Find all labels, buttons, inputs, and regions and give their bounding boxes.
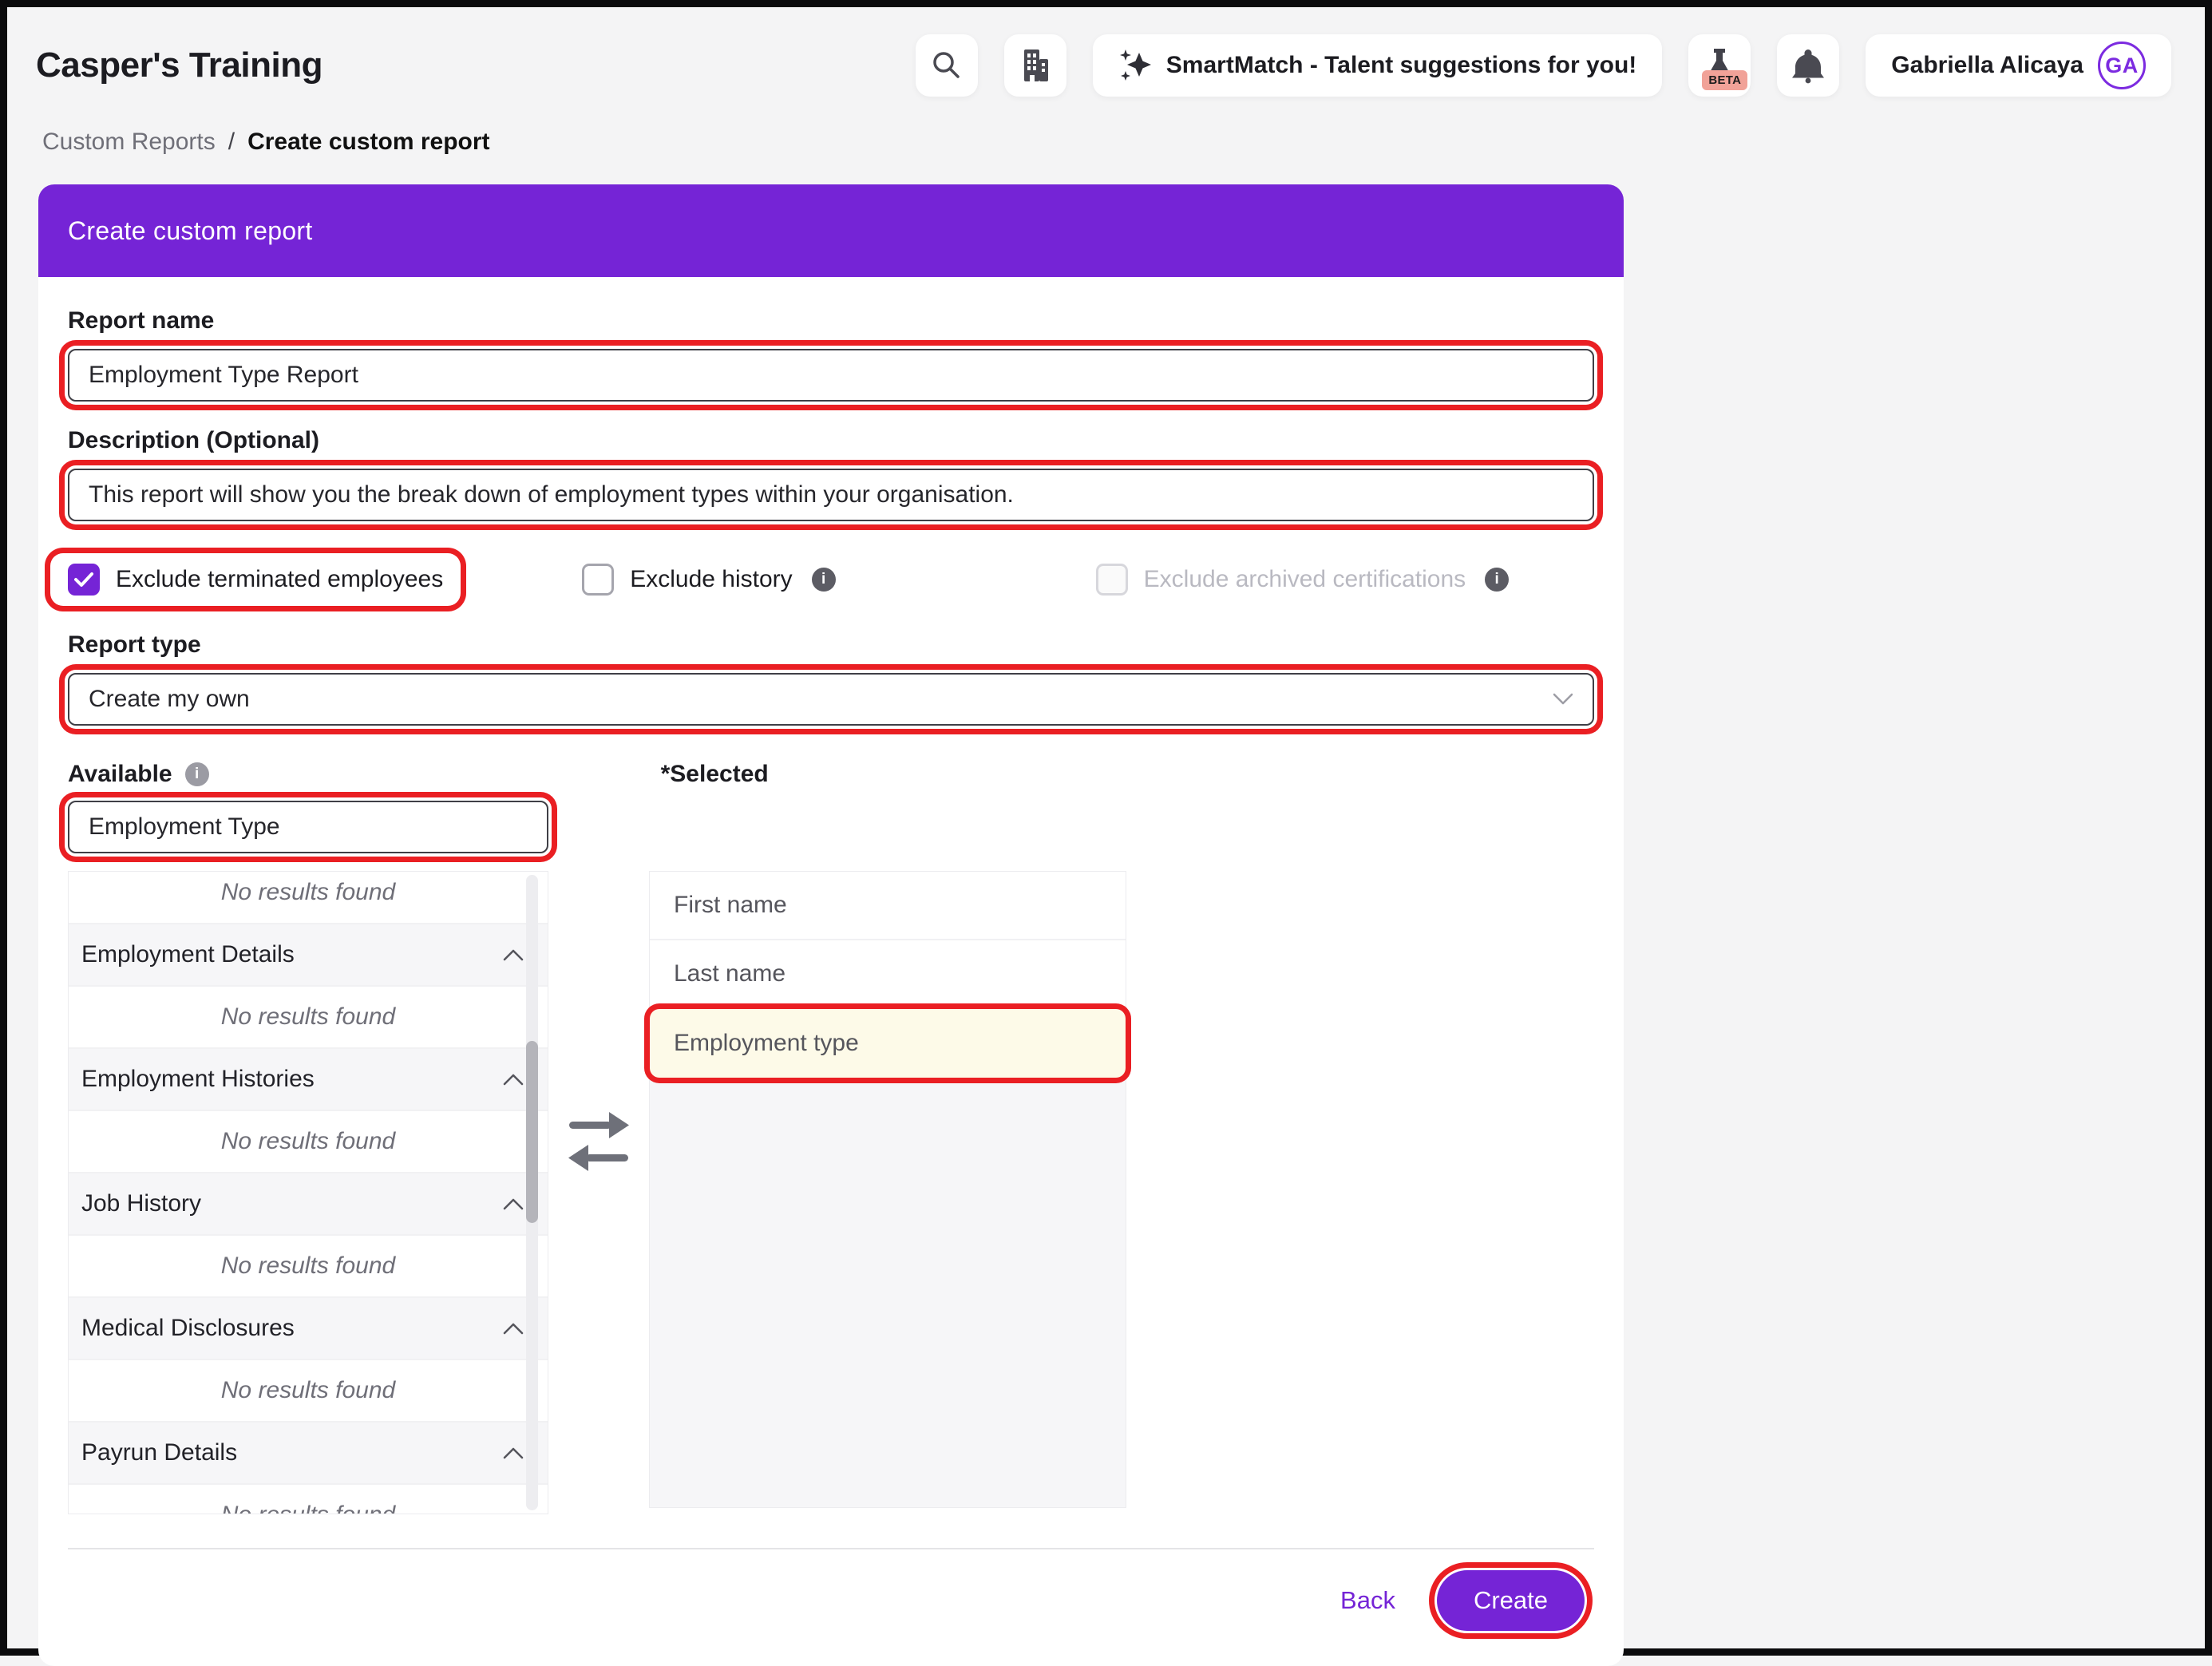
exclusion-options-row: Exclude terminated employees Exclude his…	[68, 553, 1594, 606]
available-search-wrap	[68, 801, 548, 853]
organisation-button[interactable]	[1003, 34, 1066, 97]
beta-badge: BETA	[1702, 70, 1748, 90]
create-button[interactable]: Create	[1436, 1570, 1585, 1631]
available-list: No results found Employment Details No r…	[68, 871, 548, 1514]
exclude-archived-checkbox: Exclude archived certifications i	[1095, 564, 1510, 596]
chevron-up-icon	[503, 949, 524, 961]
group-row[interactable]: Employment Details	[69, 924, 548, 987]
breadcrumb-parent-link[interactable]: Custom Reports	[42, 129, 216, 156]
exclude-terminated-checkbox[interactable]: Exclude terminated employees	[50, 553, 461, 606]
report-type-value: Create my own	[89, 686, 250, 712]
no-results-row: No results found	[69, 987, 548, 1049]
breadcrumb-separator: /	[228, 129, 235, 155]
building-icon	[1019, 47, 1052, 84]
smartmatch-banner[interactable]: SmartMatch - Talent suggestions for you!	[1092, 34, 1663, 97]
bell-icon	[1791, 47, 1826, 84]
description-input[interactable]	[68, 469, 1594, 521]
notifications-button[interactable]	[1777, 34, 1840, 97]
exclude-history-label: Exclude history	[630, 566, 793, 592]
chevron-up-icon	[503, 1447, 524, 1459]
checkbox-checked-icon	[68, 564, 100, 596]
exclude-terminated-label: Exclude terminated employees	[116, 566, 444, 592]
back-button[interactable]: Back	[1340, 1586, 1395, 1615]
breadcrumb: Custom Reports / Create custom report	[42, 129, 2205, 156]
user-name: Gabriella Alicaya	[1891, 52, 2083, 78]
no-results-row: No results found	[69, 1485, 548, 1514]
checkbox-unchecked-icon	[1095, 564, 1128, 596]
no-results-row: No results found	[69, 1111, 548, 1173]
selected-list: First name Last name Employment type	[649, 871, 1126, 1508]
chevron-up-icon	[503, 1074, 524, 1086]
swap-arrows-icon	[568, 1107, 630, 1176]
workspace-title: Casper's Training	[36, 46, 323, 85]
selected-item[interactable]: First name	[650, 872, 1126, 940]
panel-title: Create custom report	[68, 216, 313, 245]
exclude-history-checkbox[interactable]: Exclude history i	[582, 564, 836, 596]
breadcrumb-current: Create custom report	[247, 129, 490, 155]
no-results-row: No results found	[69, 872, 548, 924]
group-row[interactable]: Payrun Details	[69, 1423, 548, 1485]
sparkles-icon	[1118, 49, 1152, 82]
selected-item[interactable]: Last name	[650, 940, 1126, 1009]
available-search-input[interactable]	[68, 801, 548, 853]
no-results-row: No results found	[69, 1236, 548, 1298]
scrollbar-thumb[interactable]	[526, 1041, 538, 1223]
report-type-select[interactable]: Create my own	[68, 673, 1594, 726]
exclude-archived-label: Exclude archived certifications	[1143, 566, 1466, 592]
no-results-row: No results found	[69, 1360, 548, 1423]
chevron-up-icon	[503, 1323, 524, 1335]
available-label: Available	[68, 761, 172, 787]
group-row[interactable]: Medical Disclosures	[69, 1298, 548, 1360]
panel-body: Report name Description (Optional) Exclu…	[38, 307, 1624, 1666]
smartmatch-label: SmartMatch - Talent suggestions for you!	[1165, 52, 1637, 78]
selected-label: *Selected	[660, 761, 769, 787]
report-name-label: Report name	[68, 307, 215, 334]
description-label: Description (Optional)	[68, 427, 319, 453]
info-icon[interactable]: i	[1485, 568, 1510, 592]
avatar: GA	[2098, 42, 2146, 89]
group-row[interactable]: Employment Histories	[69, 1049, 548, 1111]
panel-header: Create custom report	[38, 184, 1624, 277]
picker-labels-row: Available i *Selected	[68, 761, 1594, 788]
group-row[interactable]: Job History	[69, 1173, 548, 1236]
search-button[interactable]	[915, 34, 978, 97]
report-name-input[interactable]	[68, 349, 1594, 402]
selected-item-employment-type[interactable]: Employment type	[650, 1009, 1126, 1078]
top-bar-actions: SmartMatch - Talent suggestions for you!…	[915, 34, 2171, 97]
create-custom-report-panel: Create custom report Report name Descrip…	[38, 184, 1624, 1666]
dual-list-picker: No results found Employment Details No r…	[68, 871, 1594, 1514]
transfer-arrows	[548, 1107, 649, 1176]
checkbox-unchecked-icon	[582, 564, 615, 596]
available-list-inner: No results found Employment Details No r…	[69, 872, 548, 1514]
labs-button[interactable]: BETA	[1688, 34, 1751, 97]
search-icon	[930, 49, 964, 82]
chevron-up-icon	[503, 1198, 524, 1210]
report-type-label: Report type	[68, 631, 201, 658]
footer-actions: Back Create	[68, 1549, 1594, 1642]
user-menu[interactable]: Gabriella Alicaya GA	[1866, 34, 2171, 97]
info-icon[interactable]: i	[811, 568, 836, 592]
top-bar: Casper's Training SmartMatch - Talent su…	[7, 7, 2205, 97]
info-icon[interactable]: i	[184, 762, 209, 786]
chevron-down-icon	[1553, 693, 1573, 706]
